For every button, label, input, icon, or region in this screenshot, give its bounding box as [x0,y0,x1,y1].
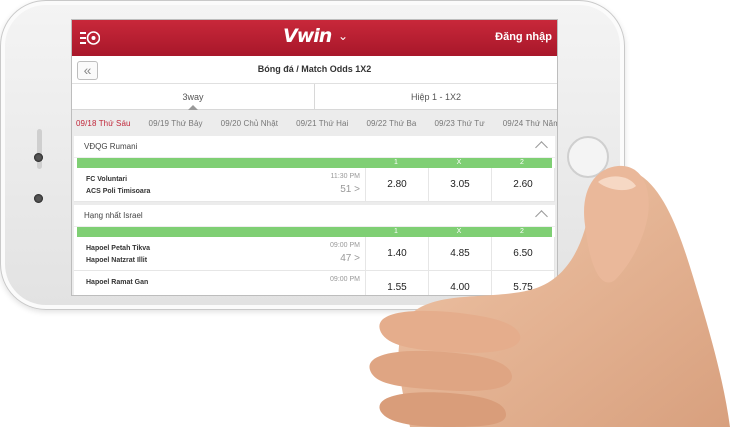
away-team: Hapoel Natzrat Illit [86,257,148,264]
date-tab[interactable]: 09/20 Chủ Nhật [221,119,278,128]
date-tab[interactable]: 09/18 Thứ Sáu [76,119,131,128]
match-teams[interactable]: Hapoel Ramat Gan [86,277,148,289]
tab-3way[interactable]: 3way [72,84,314,110]
date-tab[interactable]: 09/23 Thứ Tư [434,119,484,128]
menu-ball-icon[interactable] [80,29,100,47]
match-teams[interactable]: Hapoel Petah Tikva Hapoel Natzrat Illit [86,243,150,267]
home-team: Hapoel Petah Tikva [86,245,151,252]
hand-illustration [369,165,730,427]
app-header: Vwin ⌄ Đăng nhập [72,20,557,56]
page-title: Bóng đá / Match Odds 1X2 [257,64,372,74]
home-team: FC Voluntari [86,176,128,183]
date-tab[interactable]: 09/21 Thứ Hai [296,119,348,128]
breadcrumb-bar: « Bóng đá / Match Odds 1X2 [72,56,557,84]
chevron-down-icon[interactable]: ⌄ [338,29,348,43]
brand-logo[interactable]: Vwin [283,25,332,47]
league-name: Hạng nhất Israel [84,211,143,220]
date-tab[interactable]: 09/22 Thứ Ba [366,119,416,128]
power-dot [34,194,43,203]
date-tab[interactable]: 09/19 Thứ Bảy [149,119,203,128]
volume-dot [34,153,43,162]
match-teams[interactable]: FC Voluntari ACS Poli Timisoara [86,174,150,198]
league-name: VĐQG Rumani [84,142,138,151]
away-team: ACS Poli Timisoara [86,188,151,195]
date-tab[interactable]: 09/24 Thứ Năm [503,119,557,128]
home-team: Hapoel Ramat Gan [86,279,149,286]
market-tabs: 3way Hiệp 1 - 1X2 [72,84,557,110]
login-button[interactable]: Đăng nhập [495,31,552,43]
tab-first-half-1x2[interactable]: Hiệp 1 - 1X2 [314,84,557,109]
volume-button [37,129,42,169]
